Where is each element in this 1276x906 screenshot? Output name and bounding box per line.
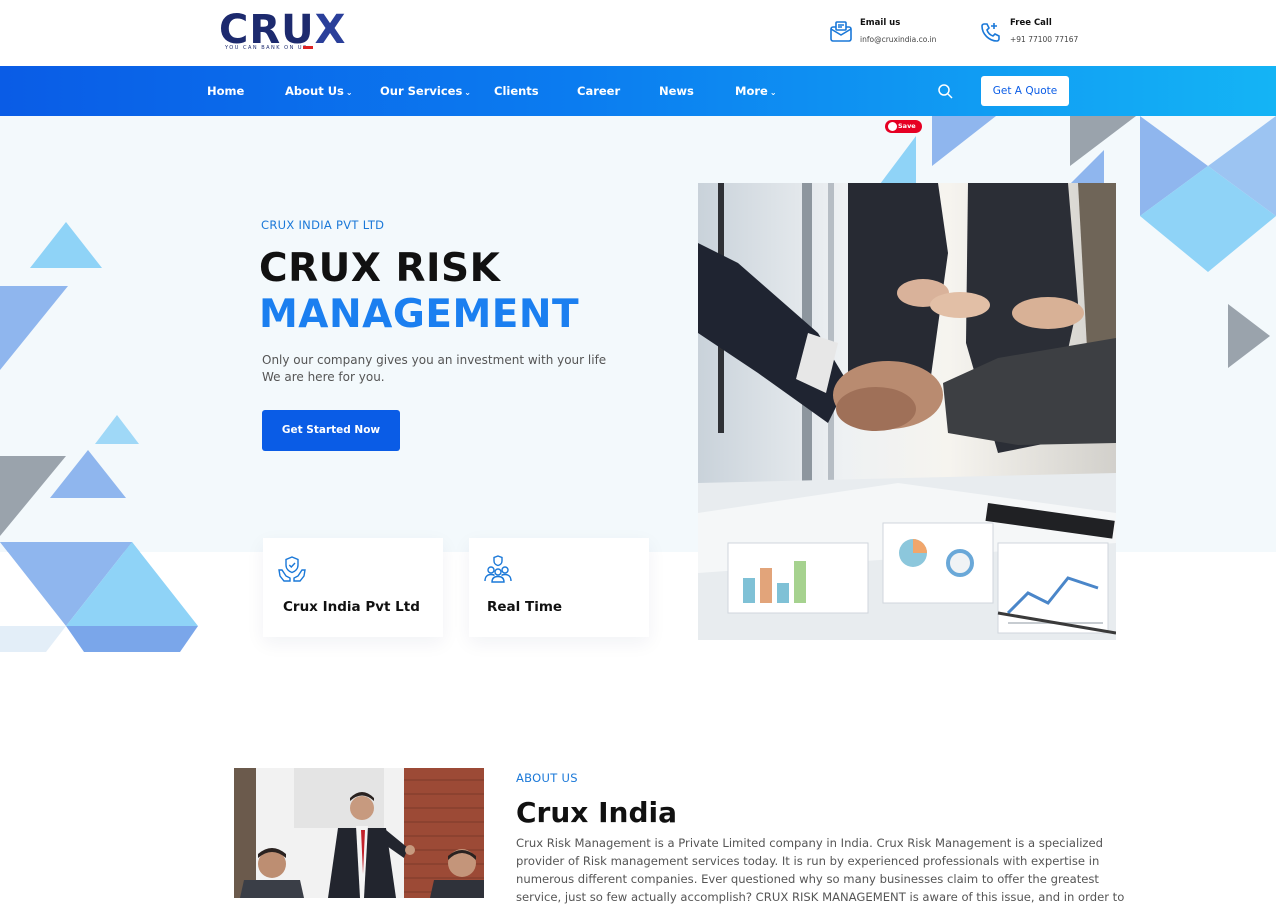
feature-card-company[interactable]: Crux India Pvt Ltd bbox=[263, 538, 443, 637]
top-header: CRUX YOU CAN BANK ON US Email us info@cr… bbox=[0, 0, 1276, 66]
nav-news[interactable]: News bbox=[659, 84, 694, 98]
hero-handshake-photo bbox=[698, 183, 1116, 640]
phone-contact[interactable]: Free Call +91 77100 77167 bbox=[979, 18, 1089, 48]
pinterest-save-button[interactable]: Save bbox=[885, 120, 922, 133]
nav-clients-label: Clients bbox=[494, 84, 539, 98]
about-line: Crux Risk Management is a Private Limite… bbox=[516, 836, 1104, 850]
about-paragraph: Crux Risk Management is a Private Limite… bbox=[516, 834, 1125, 906]
nav-home-label: Home bbox=[207, 84, 245, 98]
chevron-down-icon: ⌄ bbox=[769, 88, 777, 97]
nav-about-us-label: About Us bbox=[285, 84, 344, 98]
email-icon bbox=[830, 21, 852, 42]
nav-news-label: News bbox=[659, 84, 694, 98]
nav-career-label: Career bbox=[577, 84, 621, 98]
pinterest-save-label: Save bbox=[898, 122, 916, 130]
feature-card-real-time[interactable]: Real Time bbox=[469, 538, 649, 637]
nav-our-services-label: Our Services bbox=[380, 84, 463, 98]
hero-lead-line1: Only our company gives you an investment… bbox=[262, 353, 607, 367]
nav-our-services[interactable]: Our Services ⌄ bbox=[380, 84, 471, 98]
get-a-quote-button[interactable]: Get A Quote bbox=[981, 76, 1069, 106]
logo-wordmark: CRUX bbox=[219, 10, 345, 50]
hero-title-line2: MANAGEMENT bbox=[259, 292, 580, 337]
about-team-photo bbox=[234, 768, 484, 898]
main-navigation: Home About Us ⌄ Our Services ⌄ Clients Car… bbox=[0, 66, 1276, 116]
hero-eyebrow: CRUX INDIA PVT LTD bbox=[261, 218, 385, 232]
team-icon bbox=[484, 555, 512, 583]
shield-hands-icon bbox=[278, 556, 306, 582]
nav-home[interactable]: Home bbox=[207, 84, 244, 98]
nav-about-us[interactable]: About Us ⌄ bbox=[285, 84, 353, 98]
chevron-down-icon: ⌄ bbox=[464, 88, 471, 97]
about-line: service, just so few actually accomplish… bbox=[516, 890, 1125, 904]
about-line: provider of Risk management services tod… bbox=[516, 854, 1100, 868]
logo-text-x: X bbox=[314, 7, 347, 53]
phone-icon bbox=[981, 23, 1000, 42]
crux-logo[interactable]: CRUX YOU CAN BANK ON US bbox=[219, 10, 345, 52]
phone-title: Free Call bbox=[1010, 18, 1052, 28]
search-icon[interactable] bbox=[937, 83, 953, 99]
email-contact[interactable]: Email us info@cruxindia.co.in bbox=[829, 18, 949, 48]
nav-career[interactable]: Career bbox=[577, 84, 620, 98]
decor-triangles-bottom-left bbox=[0, 542, 198, 652]
about-line: numerous different companies. Ever quest… bbox=[516, 872, 1099, 886]
email-title: Email us bbox=[860, 18, 901, 28]
nav-more-label: More bbox=[735, 84, 768, 98]
feature-card-label: Crux India Pvt Ltd bbox=[283, 599, 420, 615]
nav-more[interactable]: More ⌄ bbox=[735, 84, 777, 98]
hero-lead-line2: We are here for you. bbox=[262, 370, 385, 384]
nav-clients[interactable]: Clients bbox=[494, 84, 539, 98]
email-value[interactable]: info@cruxindia.co.in bbox=[860, 35, 936, 44]
logo-flag-stripe bbox=[303, 46, 313, 49]
phone-value[interactable]: +91 77100 77167 bbox=[1010, 35, 1078, 44]
pinterest-icon bbox=[888, 122, 897, 131]
feature-card-label: Real Time bbox=[487, 599, 563, 615]
get-started-button[interactable]: Get Started Now bbox=[262, 410, 400, 451]
about-title: Crux India bbox=[516, 796, 677, 829]
logo-tagline: YOU CAN BANK ON US bbox=[225, 45, 308, 51]
hero-title-line1: CRUX RISK bbox=[259, 246, 501, 291]
chevron-down-icon: ⌄ bbox=[345, 88, 353, 97]
about-eyebrow: ABOUT US bbox=[516, 771, 578, 785]
